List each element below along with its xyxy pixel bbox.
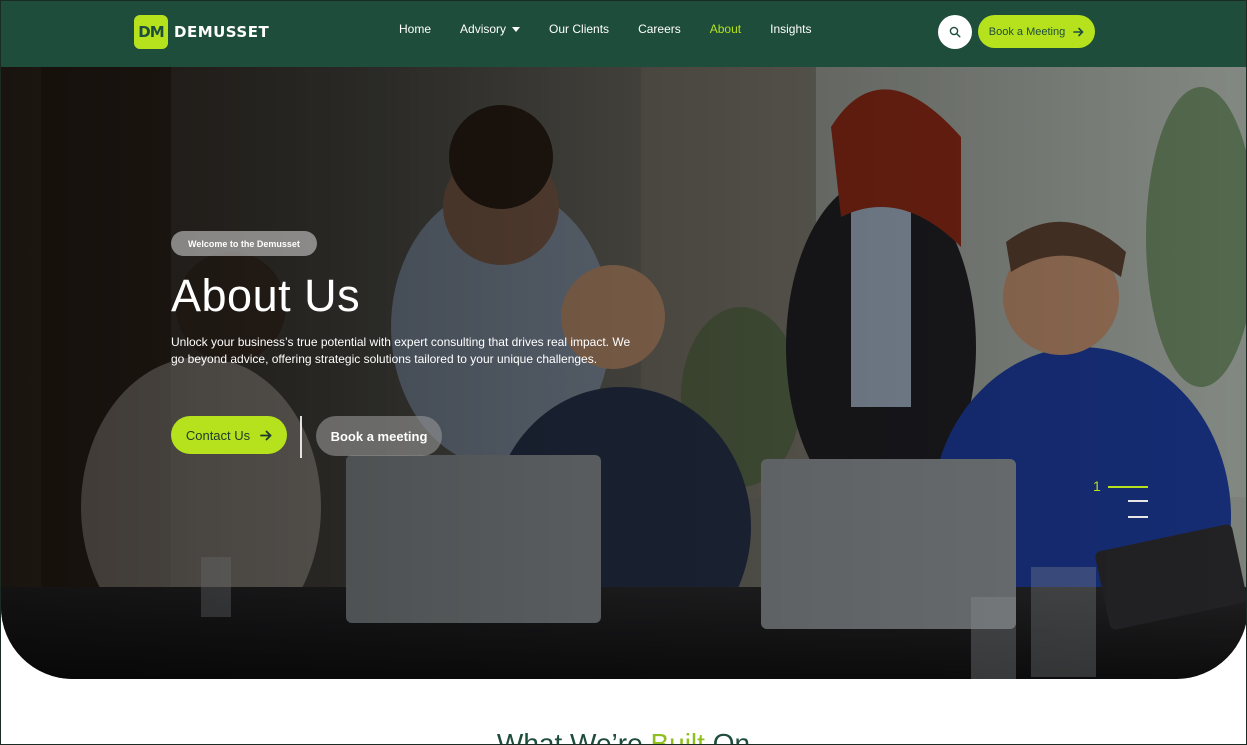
hero-description: Unlock your business’s true potential wi… xyxy=(171,335,631,366)
menu-item-careers[interactable]: Careers xyxy=(638,21,681,37)
slide-indicator[interactable] xyxy=(1128,500,1148,502)
menu-item-home[interactable]: Home xyxy=(399,21,431,37)
section-heading: What We’re Built On xyxy=(1,728,1246,745)
slide-indicator-active[interactable] xyxy=(1108,486,1148,488)
logo[interactable]: DM DEMUSSET xyxy=(134,15,269,49)
hero-section: Welcome to the Demusset About Us Unlock … xyxy=(1,67,1246,679)
book-meeting-label: Book a Meeting xyxy=(988,25,1066,38)
button-divider xyxy=(300,416,302,458)
main-menu: Home Advisory Our Clients Careers About … xyxy=(399,21,840,37)
contact-us-label: Contact Us xyxy=(185,427,251,443)
menu-item-our-clients[interactable]: Our Clients xyxy=(549,21,609,37)
menu-label: Careers xyxy=(638,22,681,36)
search-button[interactable] xyxy=(938,15,972,49)
menu-label: Home xyxy=(399,22,432,36)
logo-mark: DM xyxy=(134,15,168,49)
top-navbar: DM DEMUSSET Home Advisory Our Clients Ca… xyxy=(1,1,1246,67)
contact-us-button[interactable]: Contact Us xyxy=(171,416,287,454)
heading-highlight: Built xyxy=(650,728,705,745)
heading-text: On xyxy=(704,728,751,745)
chevron-down-icon xyxy=(512,26,521,32)
arrow-right-icon xyxy=(260,430,272,440)
heading-text: What We’re xyxy=(496,728,651,745)
menu-item-about[interactable]: About xyxy=(710,21,741,37)
menu-item-advisory[interactable]: Advisory xyxy=(460,21,521,37)
arrow-right-icon xyxy=(1073,27,1084,36)
slide-current-number: 1 xyxy=(1093,478,1101,494)
page: DM DEMUSSET Home Advisory Our Clients Ca… xyxy=(0,0,1247,745)
book-meeting-button[interactable]: Book a Meeting xyxy=(978,15,1095,48)
welcome-badge: Welcome to the Demusset xyxy=(171,231,317,256)
menu-label: Insights xyxy=(770,22,812,36)
menu-label: About xyxy=(709,22,742,36)
slide-indicator[interactable] xyxy=(1128,516,1148,518)
menu-label: Advisory xyxy=(460,22,507,36)
menu-label: Our Clients xyxy=(549,22,610,36)
search-icon xyxy=(949,26,961,38)
hero-overlay xyxy=(1,67,1246,679)
book-a-meeting-button[interactable]: Book a meeting xyxy=(316,416,442,456)
menu-item-insights[interactable]: Insights xyxy=(770,21,811,37)
hero-title: About Us xyxy=(171,270,361,321)
logo-text: DEMUSSET xyxy=(174,23,270,41)
